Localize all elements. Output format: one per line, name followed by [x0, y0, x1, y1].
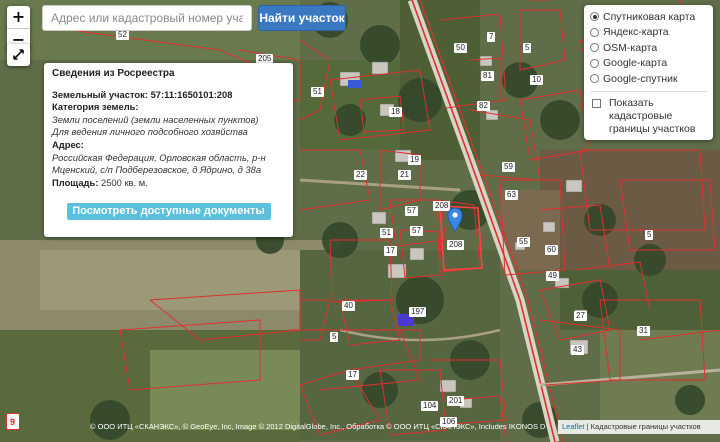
expand-icon	[13, 49, 24, 60]
cadastral-attribution: Кадастровые границы участков	[590, 422, 701, 431]
parcel-label[interactable]: 55	[517, 237, 530, 247]
fullscreen-button[interactable]	[7, 44, 30, 66]
cadastral-toggle-label: Показать кадастровые границы участков	[609, 96, 696, 135]
layer-option-label: Google-спутник	[603, 72, 678, 85]
layer-option-google-map[interactable]: Google-карта	[590, 56, 707, 72]
parcel-label[interactable]: 52	[116, 30, 129, 40]
parcel-label[interactable]: 5	[523, 43, 532, 53]
parcel-label[interactable]: 27	[574, 311, 587, 321]
area-row: Площадь: 2500 кв. м.	[52, 177, 285, 190]
leaflet-link[interactable]: Leaflet	[562, 422, 585, 431]
search-input[interactable]	[42, 5, 252, 31]
parcel-label[interactable]: 5	[330, 332, 339, 342]
category-label: Категория земель:	[52, 101, 139, 113]
checkbox-icon[interactable]	[592, 98, 601, 108]
zoom-in-button[interactable]: +	[7, 6, 30, 28]
panel-title: Сведения из Росреестра	[52, 68, 175, 79]
parcel-label[interactable]: 19	[408, 155, 421, 165]
usage-value: Для ведения личного подсобного хозяйства	[52, 126, 248, 138]
layer-option-label: OSM-карта	[603, 41, 658, 54]
parcel-label[interactable]: 17	[384, 246, 397, 256]
map-pin-icon[interactable]	[447, 207, 463, 234]
radio-icon[interactable]	[590, 58, 599, 68]
parcel-label[interactable]: 197	[409, 307, 427, 317]
parcel-label[interactable]: 43	[571, 345, 584, 355]
address-label: Адрес:	[52, 138, 84, 150]
radio-icon[interactable]	[590, 74, 599, 84]
parcel-label[interactable]: 63	[505, 190, 518, 200]
layer-option-label: Google-карта	[603, 57, 668, 70]
cadastral-toggle[interactable]: Показать кадастровые границы участков	[590, 97, 707, 136]
radio-icon[interactable]	[590, 43, 599, 53]
radio-icon[interactable]	[590, 27, 599, 37]
area-label: Площадь:	[52, 176, 99, 188]
layer-option-satellite[interactable]: Спутниковая карта	[590, 9, 707, 25]
find-parcel-button[interactable]: Найти участок	[258, 5, 346, 31]
parcel-label[interactable]: 50	[454, 43, 467, 53]
layer-option-osm[interactable]: OSM-карта	[590, 40, 707, 56]
parcel-label[interactable]: 51	[380, 228, 393, 238]
parcel-label[interactable]: 22	[354, 170, 367, 180]
imagery-attribution: © ООО ИТЦ «СКАНЭКС», © GeoEye, Inc, Imag…	[90, 422, 546, 431]
parcel-label[interactable]: 208	[447, 240, 465, 250]
area-value: 2500 кв. м.	[100, 176, 148, 188]
attribution-separator: |	[586, 422, 589, 431]
parcel-info-panel: Сведения из Росреестра Земельный участок…	[44, 63, 293, 237]
parcel-label[interactable]: 104	[421, 401, 439, 411]
radio-icon[interactable]	[590, 12, 599, 22]
parcel-label[interactable]: 57	[410, 226, 423, 236]
parcel-label[interactable]: 57	[405, 206, 418, 216]
category-value: Земли поселений (земли населенных пункто…	[52, 113, 259, 125]
parcel-number-row: Земельный участок: 57:11:1650101:208	[52, 89, 285, 102]
parcel-label[interactable]: 51	[311, 87, 324, 97]
layer-option-label: Яндекс-карта	[603, 26, 669, 39]
parcel-label[interactable]: 18	[389, 107, 402, 117]
parcel-number-value: 57:11:1650101:208	[150, 88, 233, 100]
parcel-label[interactable]: 10	[530, 75, 543, 85]
layer-option-google-satellite[interactable]: Google-спутник	[590, 71, 707, 87]
layer-option-label: Спутниковая карта	[603, 10, 696, 23]
parcel-label[interactable]: 40	[342, 301, 355, 311]
parcel-label[interactable]: 21	[398, 170, 411, 180]
address-line-2: Мценский, с/п Подберезовское, д Ядрино, …	[52, 164, 262, 176]
parcel-label[interactable]: 60	[545, 245, 558, 255]
attribution-bar: © ООО ИТЦ «СКАНЭКС», © GeoEye, Inc, Imag…	[0, 420, 720, 434]
parcel-label[interactable]: 17	[346, 370, 359, 380]
parcel-label[interactable]: 201	[447, 396, 465, 406]
parcel-label[interactable]: 81	[481, 71, 494, 81]
layer-switcher: Спутниковая карта Яндекс-карта OSM-карта…	[584, 5, 713, 140]
divider	[590, 90, 707, 92]
parcel-label[interactable]: 49	[546, 271, 559, 281]
view-documents-button[interactable]: Посмотреть доступные документы	[66, 203, 271, 221]
parcel-label[interactable]: 5	[645, 230, 654, 240]
parcel-label[interactable]: 82	[477, 101, 490, 111]
parcel-number-label: Земельный участок:	[52, 88, 148, 100]
parcel-label[interactable]: 7	[487, 32, 496, 42]
parcel-label[interactable]: 59	[502, 162, 515, 172]
layer-option-yandex[interactable]: Яндекс-карта	[590, 25, 707, 41]
parcel-label[interactable]: 31	[637, 326, 650, 336]
address-line-1: Российская Федерация, Орловская область,…	[52, 151, 266, 163]
map-attribution: Leaflet | Кадастровые границы участков	[558, 420, 720, 434]
